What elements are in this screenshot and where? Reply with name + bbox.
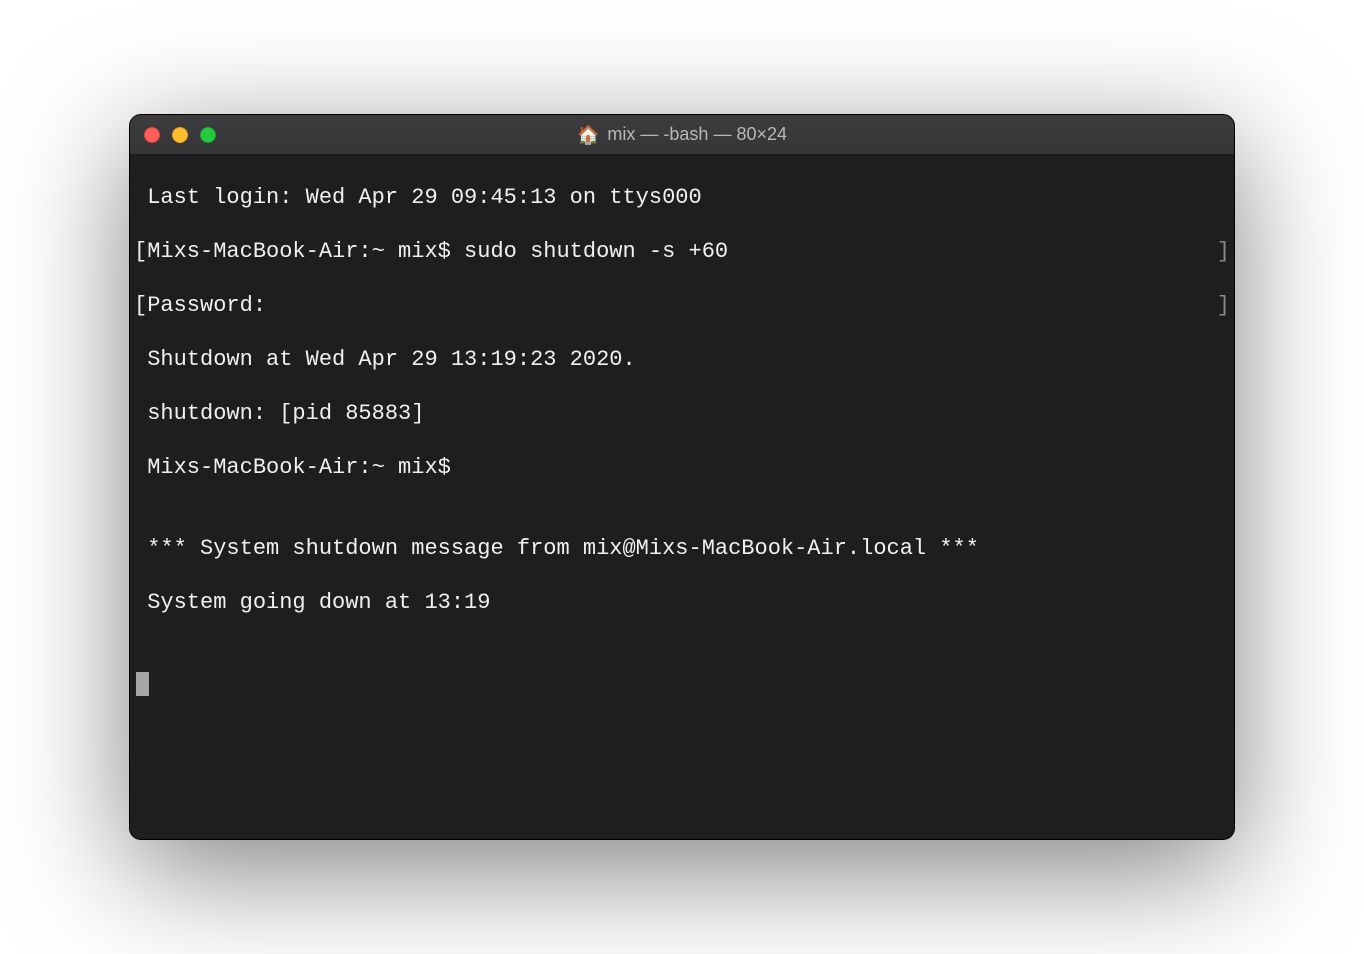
terminal-line: [Password:] <box>134 292 1230 319</box>
maximize-button[interactable] <box>200 127 216 143</box>
terminal-line: Mixs-MacBook-Air:~ mix$ <box>134 454 1230 481</box>
minimize-button[interactable] <box>172 127 188 143</box>
terminal-line: Last login: Wed Apr 29 09:45:13 on ttys0… <box>134 184 1230 211</box>
terminal-line: [Mixs-MacBook-Air:~ mix$ sudo shutdown -… <box>134 238 1230 265</box>
terminal-line <box>134 670 1230 697</box>
terminal-window: 🏠 mix — -bash — 80×24 Last login: Wed Ap… <box>129 114 1235 840</box>
terminal-line: *** System shutdown message from mix@Mix… <box>134 535 1230 562</box>
terminal-line: shutdown: [pid 85883] <box>134 400 1230 427</box>
close-button[interactable] <box>144 127 160 143</box>
terminal-line: System going down at 13:19 <box>134 589 1230 616</box>
terminal-text: [Mixs-MacBook-Air:~ mix$ sudo shutdown -… <box>134 239 728 264</box>
terminal-content[interactable]: Last login: Wed Apr 29 09:45:13 on ttys0… <box>130 155 1234 839</box>
window-title-text: mix — -bash — 80×24 <box>607 124 787 145</box>
window-titlebar[interactable]: 🏠 mix — -bash — 80×24 <box>130 115 1234 155</box>
window-title: 🏠 mix — -bash — 80×24 <box>130 124 1234 145</box>
home-icon: 🏠 <box>577 126 599 144</box>
terminal-line: Shutdown at Wed Apr 29 13:19:23 2020. <box>134 346 1230 373</box>
terminal-cursor <box>136 672 149 696</box>
window-controls <box>144 127 216 143</box>
terminal-text: [Password: <box>134 293 266 318</box>
